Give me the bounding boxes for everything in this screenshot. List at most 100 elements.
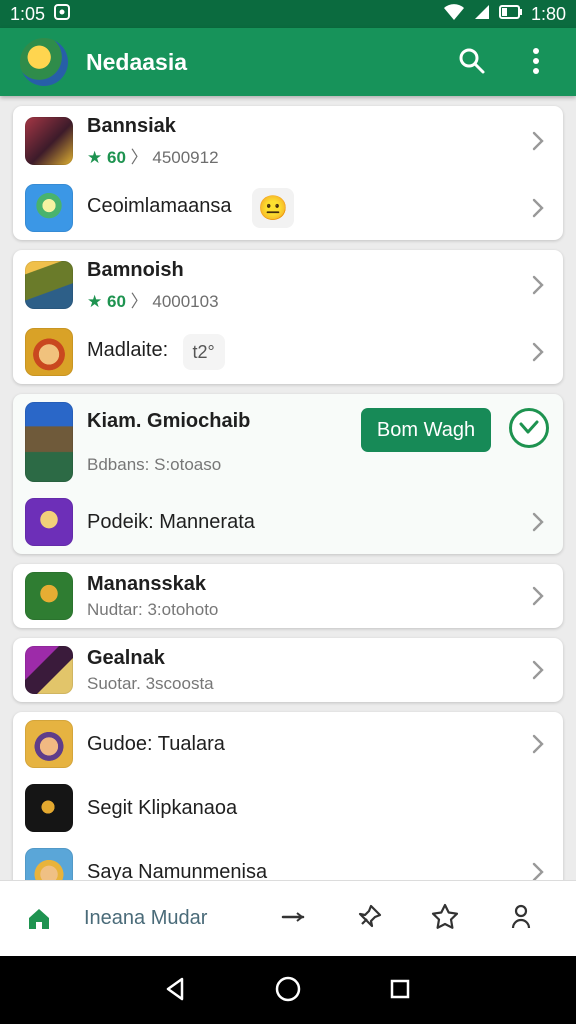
pin-button[interactable]	[348, 898, 390, 940]
app-name: Kiam. Gmiochaib	[87, 410, 251, 432]
check-icon	[518, 418, 540, 439]
app-thumbnail	[25, 720, 73, 768]
app-row-text: Madlaite: t2°	[87, 334, 515, 370]
chevron-right-icon	[525, 272, 551, 298]
app-row-kiam-gmiochaib[interactable]: Kiam. Gmiochaib Bdbans: S:otoaso Bom Wag…	[13, 394, 563, 490]
app-row-text: Saya Namunmenisa	[87, 861, 515, 881]
home-icon	[18, 898, 60, 940]
active-app-card: Kiam. Gmiochaib Bdbans: S:otoaso Bom Wag…	[13, 394, 563, 554]
rating-score: 60	[106, 292, 126, 311]
app-card: Manansskak Nudtar: 3:otohoto	[13, 564, 563, 628]
search-icon	[458, 47, 486, 78]
download-count: 〉 4000103	[130, 292, 219, 311]
app-row-segit[interactable]: Segit Klipkanaoa	[13, 776, 563, 840]
app-row-text: Manansskak Nudtar: 3:otohoto	[87, 572, 515, 620]
more-options-button[interactable]	[516, 42, 556, 82]
app-name: Podeik: Mannerata	[87, 510, 255, 533]
app-name: Madlaite:	[87, 339, 169, 362]
app-thumbnail	[25, 402, 73, 482]
app-row-gudoe[interactable]: Gudoe: Tualara	[13, 712, 563, 776]
status-time-right: 1:80	[530, 3, 566, 24]
app-logo	[20, 38, 68, 86]
app-row-text: Segit Klipkanaoa	[87, 797, 551, 820]
app-name: Gealnak	[87, 647, 165, 669]
status-left: 1:05	[10, 3, 71, 26]
rating-line: ★ 60 〉 4000103	[87, 287, 515, 312]
signal-icon	[473, 3, 491, 26]
minus-icon	[280, 904, 306, 933]
home-circle-icon	[273, 974, 303, 1007]
app-row-podeik[interactable]: Podeik: Mannerata	[13, 490, 563, 554]
nav-home-item[interactable]: Ineana Mudar	[18, 898, 238, 940]
app-card: Gudoe: Tualara Segit Klipkanaoa Saya Nam…	[13, 712, 563, 880]
app-name: Bannsiak	[87, 115, 176, 137]
app-thumbnail	[25, 848, 73, 880]
status-time-left: 1:05	[10, 3, 46, 24]
app-bar: Nedaasia	[0, 28, 576, 96]
app-thumbnail	[25, 184, 73, 232]
face-emoji-badge: 😐	[251, 188, 294, 228]
chevron-right-icon	[525, 657, 551, 683]
app-name: Ceoimlamaansa	[87, 195, 232, 218]
download-count: 〉 4500912	[130, 148, 219, 167]
system-home-button[interactable]	[268, 970, 308, 1010]
person-icon	[508, 902, 534, 935]
profile-button[interactable]	[500, 898, 542, 940]
app-subtitle: Nudtar: 3:otohoto	[87, 600, 219, 619]
app-row-gealnak[interactable]: Gealnak Suotar. 3scoosta	[13, 638, 563, 702]
app-name: Segit Klipkanaoa	[87, 796, 238, 819]
app-thumbnail	[25, 784, 73, 832]
system-recents-button[interactable]	[380, 970, 420, 1010]
star-rating-icon: ★	[87, 148, 103, 167]
chevron-right-icon	[525, 195, 551, 221]
star-rating-icon: ★	[87, 292, 103, 311]
app-row-saya[interactable]: Saya Namunmenisa	[13, 840, 563, 880]
app-subtitle: Suotar. 3scoosta	[87, 674, 214, 693]
app-row-madlaite[interactable]: Madlaite: t2°	[13, 320, 563, 384]
app-row-text: Gudoe: Tualara	[87, 733, 515, 756]
more-vert-icon	[531, 47, 541, 78]
recents-icon	[386, 975, 414, 1006]
app-row-text: Ceoimlamaansa 😐	[87, 188, 515, 228]
check-button[interactable]	[509, 408, 549, 448]
app-card: Bamnoish ★ 60 〉 4000103 Madlaite: t2°	[13, 250, 563, 384]
app-thumbnail	[25, 328, 73, 376]
small-badge: t2°	[182, 334, 225, 370]
chevron-right-icon	[525, 859, 551, 880]
favorites-button[interactable]	[424, 898, 466, 940]
primary-action-button[interactable]: Bom Wagh	[361, 408, 491, 452]
status-right: 1:80	[443, 3, 566, 26]
app-subtitle: Bdbans: S:otoaso	[87, 455, 222, 474]
rating-line: ★ 60 〉 4500912	[87, 143, 515, 168]
minus-button[interactable]	[272, 898, 314, 940]
app-thumbnail	[25, 572, 73, 620]
chevron-right-icon	[525, 128, 551, 154]
app-thumbnail	[25, 117, 73, 165]
battery-icon	[498, 4, 523, 25]
app-name: Gudoe: Tualara	[87, 732, 225, 755]
system-back-button[interactable]	[156, 970, 196, 1010]
app-card: Bannsiak ★ 60 〉 4500912 Ceoimlamaansa 😐	[13, 106, 563, 240]
bottom-navigation: Ineana Mudar	[0, 880, 576, 956]
back-icon	[162, 975, 190, 1006]
system-navigation-bar	[0, 956, 576, 1024]
app-row-text: Gealnak Suotar. 3scoosta	[87, 646, 515, 694]
rating-score: 60	[106, 148, 126, 167]
search-button[interactable]	[452, 42, 492, 82]
pin-icon	[354, 902, 384, 935]
app-row-bamnoish[interactable]: Bamnoish ★ 60 〉 4000103	[13, 250, 563, 320]
chevron-right-icon	[525, 509, 551, 535]
app-name: Bamnoish	[87, 259, 184, 281]
app-row-text: Bamnoish ★ 60 〉 4000103	[87, 258, 515, 312]
app-name: Saya Namunmenisa	[87, 860, 268, 881]
app-row-bannsiak[interactable]: Bannsiak ★ 60 〉 4500912	[13, 106, 563, 176]
app-card: Gealnak Suotar. 3scoosta	[13, 638, 563, 702]
app-row-ceoimlamaansa[interactable]: Ceoimlamaansa 😐	[13, 176, 563, 240]
star-icon	[430, 902, 460, 935]
app-thumbnail	[25, 261, 73, 309]
notification-icon	[53, 3, 71, 26]
app-row-text: Bannsiak ★ 60 〉 4500912	[87, 114, 515, 168]
app-row-manansskak[interactable]: Manansskak Nudtar: 3:otohoto	[13, 564, 563, 628]
app-row-text: Podeik: Mannerata	[87, 511, 515, 534]
app-thumbnail	[25, 498, 73, 546]
